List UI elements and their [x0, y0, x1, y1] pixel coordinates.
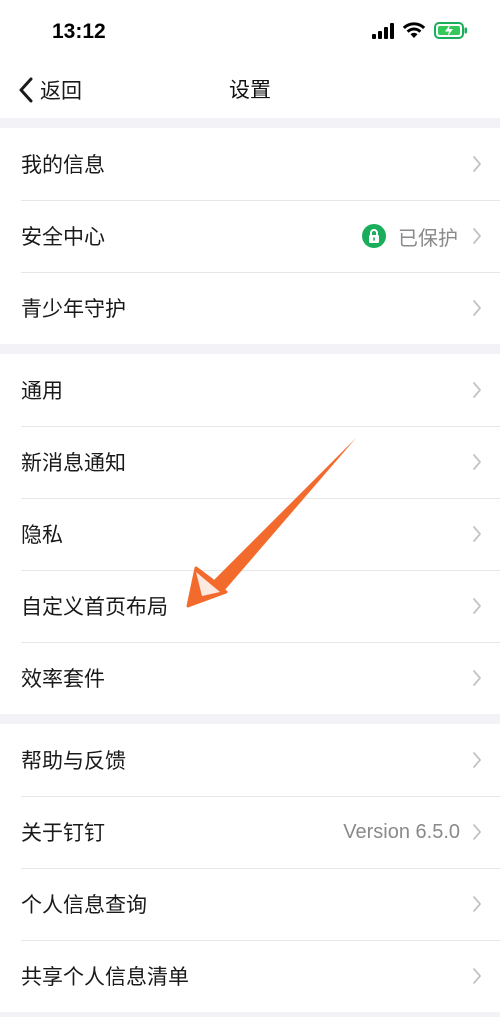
settings-item-label: 我的信息 [21, 153, 105, 177]
chevron-right-icon [473, 382, 481, 398]
settings-item-label: 新消息通知 [21, 451, 126, 475]
chevron-right-icon [473, 228, 481, 244]
settings-item-label: 个人信息查询 [21, 893, 147, 917]
chevron-right-icon [473, 670, 481, 686]
lock-icon [362, 224, 386, 248]
settings-item-personal-info-query[interactable]: 个人信息查询 [0, 868, 500, 940]
section-gap [0, 118, 500, 128]
settings-item-shared-info-list[interactable]: 共享个人信息清单 [0, 940, 500, 1012]
section-gap [0, 344, 500, 354]
status-time: 13:12 [52, 20, 106, 43]
status-icons [372, 22, 468, 39]
settings-item-label: 关于钉钉 [21, 821, 105, 845]
settings-item-efficiency-suite[interactable]: 效率套件 [0, 642, 500, 714]
settings-item-about-dingtalk[interactable]: 关于钉钉 Version 6.5.0 [0, 796, 500, 868]
settings-item-notifications[interactable]: 新消息通知 [0, 426, 500, 498]
settings-group-general: 通用 新消息通知 隐私 自定义首页布局 效率套件 [0, 354, 500, 714]
chevron-right-icon [473, 824, 481, 840]
section-gap [0, 714, 500, 724]
settings-item-label: 通用 [21, 379, 63, 403]
chevron-right-icon [473, 300, 481, 316]
settings-item-my-info[interactable]: 我的信息 [0, 128, 500, 200]
security-status: 已保护 [362, 222, 458, 251]
chevron-right-icon [473, 454, 481, 470]
settings-item-general[interactable]: 通用 [0, 354, 500, 426]
chevron-right-icon [473, 752, 481, 768]
chevron-right-icon [473, 896, 481, 912]
security-status-text: 已保护 [398, 225, 458, 250]
chevron-right-icon [473, 598, 481, 614]
settings-item-label: 帮助与反馈 [21, 749, 126, 773]
version-text: Version 6.5.0 [343, 820, 460, 843]
settings-item-label: 安全中心 [21, 225, 105, 249]
chevron-right-icon [473, 156, 481, 172]
top-area: 13:12 返回 设置 [0, 0, 500, 118]
settings-item-label: 青少年守护 [21, 297, 126, 321]
settings-item-security-center[interactable]: 安全中心 已保护 [0, 200, 500, 272]
battery-charging-icon [434, 22, 467, 39]
cellular-signal-icon [372, 22, 394, 39]
settings-item-privacy[interactable]: 隐私 [0, 498, 500, 570]
settings-item-custom-home-layout[interactable]: 自定义首页布局 [0, 570, 500, 642]
settings-item-label: 共享个人信息清单 [21, 965, 189, 989]
settings-item-label: 效率套件 [21, 667, 105, 691]
nav-bar: 返回 设置 [0, 64, 500, 118]
settings-item-label: 隐私 [21, 523, 63, 547]
settings-group-account: 我的信息 安全中心 已保护 青少年守护 [0, 128, 500, 344]
status-bar: 13:12 [0, 0, 500, 64]
settings-item-youth-protection[interactable]: 青少年守护 [0, 272, 500, 344]
wifi-icon [402, 22, 426, 38]
page-title: 设置 [229, 78, 271, 102]
settings-group-about: 帮助与反馈 关于钉钉 Version 6.5.0 个人信息查询 共享个人信息清单 [0, 724, 500, 1012]
settings-item-label: 自定义首页布局 [21, 595, 168, 619]
settings-item-help-feedback[interactable]: 帮助与反馈 [0, 724, 500, 796]
chevron-right-icon [473, 968, 481, 984]
chevron-right-icon [473, 526, 481, 542]
